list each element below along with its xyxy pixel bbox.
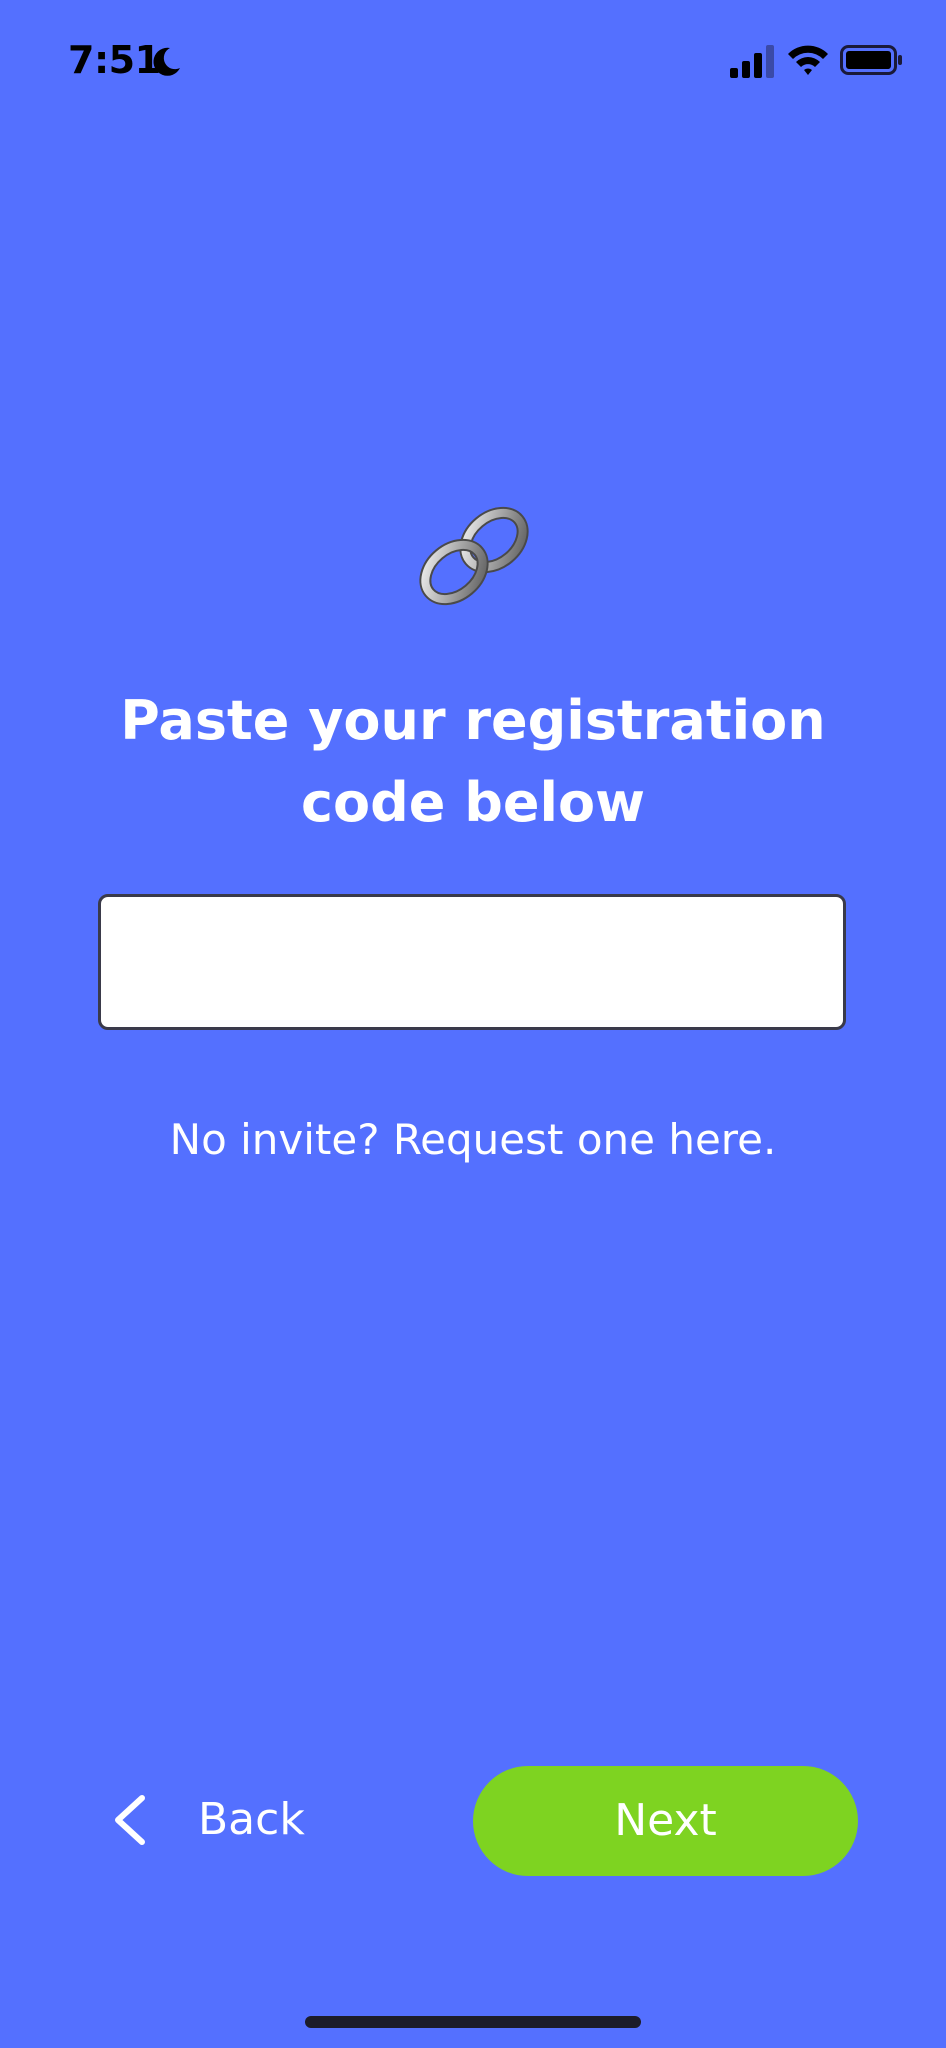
link-icon — [412, 496, 536, 614]
back-button[interactable]: Back — [110, 1770, 410, 1870]
registration-code-input[interactable] — [98, 894, 846, 1030]
cellular-signal-icon — [730, 44, 776, 78]
status-time: 7:51 — [68, 38, 161, 82]
next-button[interactable]: Next — [473, 1766, 858, 1876]
wifi-icon — [786, 42, 830, 78]
home-indicator — [305, 2016, 641, 2028]
page-title: Paste your registration code below — [120, 689, 826, 834]
request-invite-link[interactable]: No invite? Request one here. — [80, 1110, 866, 1170]
back-button-label: Back — [198, 1794, 305, 1845]
status-bar: 7:51 — [0, 0, 946, 120]
moon-icon — [148, 44, 184, 80]
battery-icon — [840, 42, 904, 78]
chevron-left-icon — [110, 1794, 150, 1846]
